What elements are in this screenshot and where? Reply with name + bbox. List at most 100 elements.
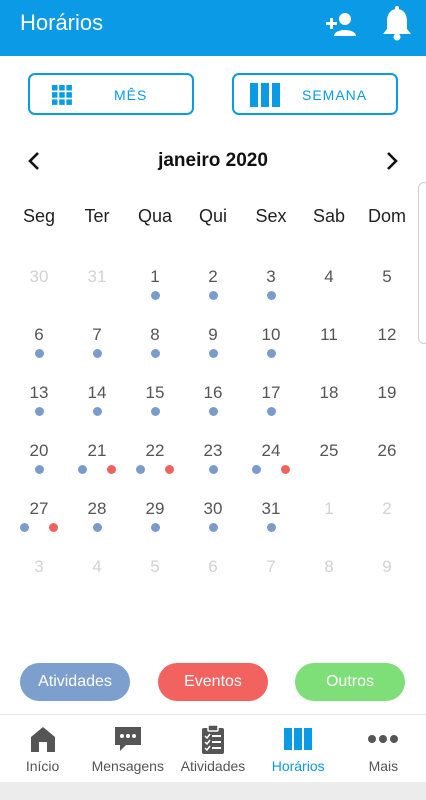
calendar-day[interactable]: 1 (126, 263, 184, 321)
activity-dot (208, 407, 218, 416)
week-view-label: SEMANA (302, 87, 368, 103)
nav-item-more[interactable]: Mais (341, 715, 426, 782)
calendar-day[interactable]: 4 (300, 263, 358, 321)
calendar-day[interactable]: 3 (10, 553, 68, 611)
bell-icon[interactable] (380, 6, 414, 42)
columns-icon (250, 83, 280, 107)
calendar-week-row: 30 31 1 2 3 4 5 (10, 263, 416, 321)
day-number: 9 (208, 325, 218, 344)
day-number: 27 (29, 499, 49, 518)
activity-dot (208, 291, 218, 300)
nav-item-home[interactable]: Início (0, 715, 85, 782)
calendar-day[interactable]: 2 (358, 495, 416, 553)
day-number: 21 (87, 441, 107, 460)
calendar-day[interactable]: 9 (358, 553, 416, 611)
day-number: 31 (261, 499, 281, 518)
calendar-day[interactable]: 14 (68, 379, 126, 437)
chevron-right-icon[interactable] (382, 150, 402, 172)
scroll-handle[interactable] (418, 182, 426, 344)
calendar-day[interactable]: 18 (300, 379, 358, 437)
calendar-day[interactable]: 26 (358, 437, 416, 495)
activity-dot (136, 465, 145, 474)
calendar-day[interactable]: 24 (242, 437, 300, 495)
nav-item-activities[interactable]: Atividades (170, 715, 255, 782)
calendar-day[interactable]: 2 (184, 263, 242, 321)
calendar-day[interactable]: 22 (126, 437, 184, 495)
activity-dot (78, 465, 87, 474)
calendar-day[interactable]: 12 (358, 321, 416, 379)
weekday-label: Sex (255, 206, 287, 226)
calendar-day[interactable]: 1 (300, 495, 358, 553)
day-number: 3 (34, 557, 44, 576)
calendar-day[interactable]: 17 (242, 379, 300, 437)
event-dots (184, 465, 242, 475)
day-number: 26 (377, 441, 397, 460)
event-dots (126, 465, 184, 475)
activity-dot (150, 349, 160, 358)
calendar-day[interactable]: 23 (184, 437, 242, 495)
activity-dot (34, 407, 44, 416)
grid-icon (52, 85, 72, 105)
activity-dot (34, 349, 44, 358)
calendar-day[interactable]: 28 (68, 495, 126, 553)
event-dots (126, 349, 184, 359)
system-bar (0, 782, 426, 800)
day-number: 29 (145, 499, 165, 518)
event-dot (49, 523, 58, 532)
day-number: 30 (29, 267, 49, 286)
event-dots (242, 407, 300, 417)
calendar-day[interactable]: 30 (10, 263, 68, 321)
day-number: 5 (150, 557, 160, 576)
day-number: 8 (150, 325, 160, 344)
calendar-day[interactable]: 7 (242, 553, 300, 611)
calendar-day[interactable]: 6 (184, 553, 242, 611)
calendar-day[interactable]: 3 (242, 263, 300, 321)
calendar-day[interactable]: 7 (68, 321, 126, 379)
week-view-button[interactable]: SEMANA (232, 73, 398, 115)
calendar-day[interactable]: 4 (68, 553, 126, 611)
calendar-day[interactable]: 16 (184, 379, 242, 437)
weekday-header: Seg Ter Qua Qui Sex Sab Dom (10, 206, 416, 227)
calendar-day[interactable]: 25 (300, 437, 358, 495)
month-view-button[interactable]: MÊS (28, 73, 194, 115)
calendar-day[interactable]: 8 (126, 321, 184, 379)
activity-dot (208, 349, 218, 358)
day-number: 8 (324, 557, 334, 576)
calendar-day[interactable]: 31 (242, 495, 300, 553)
calendar-day[interactable]: 29 (126, 495, 184, 553)
day-number: 25 (319, 441, 339, 460)
weekday-label: Dom (367, 206, 406, 226)
calendar-day[interactable]: 20 (10, 437, 68, 495)
event-dots (242, 523, 300, 533)
day-number: 22 (145, 441, 165, 460)
calendar-day[interactable]: 13 (10, 379, 68, 437)
add-user-icon[interactable] (324, 10, 360, 40)
calendar-day[interactable]: 6 (10, 321, 68, 379)
legend-activities[interactable]: Atividades (20, 663, 130, 701)
calendar-day[interactable]: 21 (68, 437, 126, 495)
calendar-day[interactable]: 5 (358, 263, 416, 321)
nav-label: Horários (271, 758, 325, 774)
calendar-day[interactable]: 27 (10, 495, 68, 553)
calendar-day[interactable]: 8 (300, 553, 358, 611)
activity-dot (150, 291, 160, 300)
calendar-week-row: 6 7 8 9 10 11 12 (10, 321, 416, 379)
event-dots (126, 291, 184, 301)
calendar-day[interactable]: 15 (126, 379, 184, 437)
calendar-day[interactable]: 31 (68, 263, 126, 321)
calendar-day[interactable]: 30 (184, 495, 242, 553)
weekday-label: Ter (84, 206, 110, 226)
nav-item-messages[interactable]: Mensagens (85, 715, 170, 782)
legend-others[interactable]: Outros (295, 663, 405, 701)
calendar-day[interactable]: 5 (126, 553, 184, 611)
chat-icon (114, 727, 141, 751)
calendar-day[interactable]: 11 (300, 321, 358, 379)
day-number: 4 (324, 267, 334, 286)
nav-item-schedule[interactable]: Horários (256, 715, 341, 782)
legend-events[interactable]: Eventos (158, 663, 268, 701)
calendar-day[interactable]: 9 (184, 321, 242, 379)
activity-dot (92, 407, 102, 416)
day-number: 23 (203, 441, 223, 460)
calendar-day[interactable]: 19 (358, 379, 416, 437)
calendar-day[interactable]: 10 (242, 321, 300, 379)
